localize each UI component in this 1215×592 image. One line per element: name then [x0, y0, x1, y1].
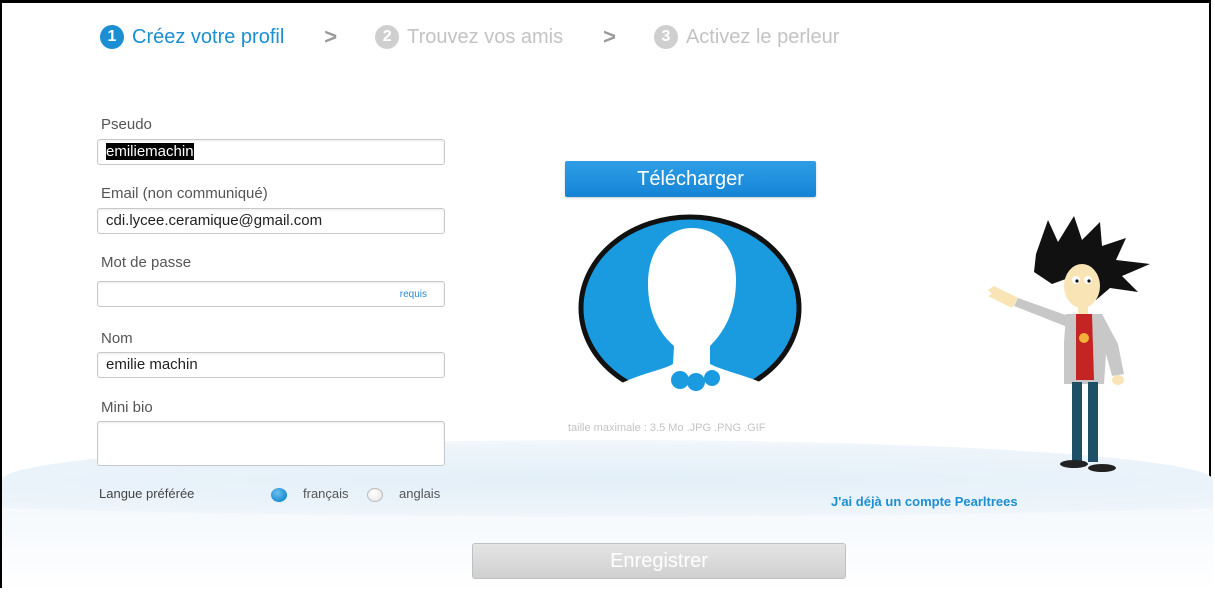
- upload-button[interactable]: Télécharger: [565, 161, 816, 197]
- existing-account-link[interactable]: J'ai déjà un compte Pearltrees: [831, 494, 1018, 509]
- step-label-2: Trouvez vos amis: [407, 25, 564, 48]
- radio-french-label[interactable]: français: [303, 486, 349, 501]
- step-number-3: 3: [653, 25, 678, 49]
- bio-textarea[interactable]: [97, 421, 445, 466]
- email-value: cdi.lycee.ceramique@gmail.com: [106, 212, 323, 229]
- upload-size-note: taille maximale : 3.5 Mo .JPG .PNG .GIF: [568, 422, 766, 434]
- password-input[interactable]: requis: [97, 281, 445, 307]
- email-input[interactable]: cdi.lycee.ceramique@gmail.com: [97, 208, 445, 234]
- radio-english-label[interactable]: anglais: [399, 486, 440, 501]
- mascot-illustration: [988, 216, 1150, 472]
- name-label: Nom: [101, 330, 133, 347]
- step-create-profile: 1 Créez votre profil: [100, 25, 284, 49]
- pseudo-value: emiliemachin: [106, 143, 194, 160]
- radio-french[interactable]: [271, 488, 287, 502]
- step-number-1: 1: [100, 25, 124, 49]
- bio-label: Mini bio: [101, 399, 153, 416]
- chevron-right-icon: >: [324, 24, 338, 49]
- step-number-2: 2: [375, 25, 400, 49]
- email-label: Email (non communiqué): [101, 185, 268, 202]
- step-label-3: Activez le perleur: [685, 25, 840, 48]
- step-find-friends: 2 Trouvez vos amis: [375, 25, 563, 49]
- signup-steps: 1 Créez votre profil > 2 Trouvez vos ami…: [100, 24, 839, 50]
- name-input[interactable]: emilie machin: [97, 352, 445, 378]
- password-required-hint: requis: [399, 289, 427, 300]
- step-activate-pearler: 3 Activez le perleur: [653, 25, 840, 49]
- password-label: Mot de passe: [101, 254, 192, 271]
- pseudo-label: Pseudo: [101, 116, 152, 133]
- pseudo-input[interactable]: emiliemachin: [97, 139, 445, 165]
- name-value: emilie machin: [106, 356, 198, 373]
- language-label: Langue préférée: [99, 486, 195, 501]
- step-label-1: Créez votre profil: [132, 25, 285, 48]
- save-button[interactable]: Enregistrer: [472, 543, 846, 579]
- profile-avatar-placeholder: [578, 214, 802, 402]
- chevron-right-icon: >: [603, 24, 616, 49]
- radio-english[interactable]: [367, 488, 383, 502]
